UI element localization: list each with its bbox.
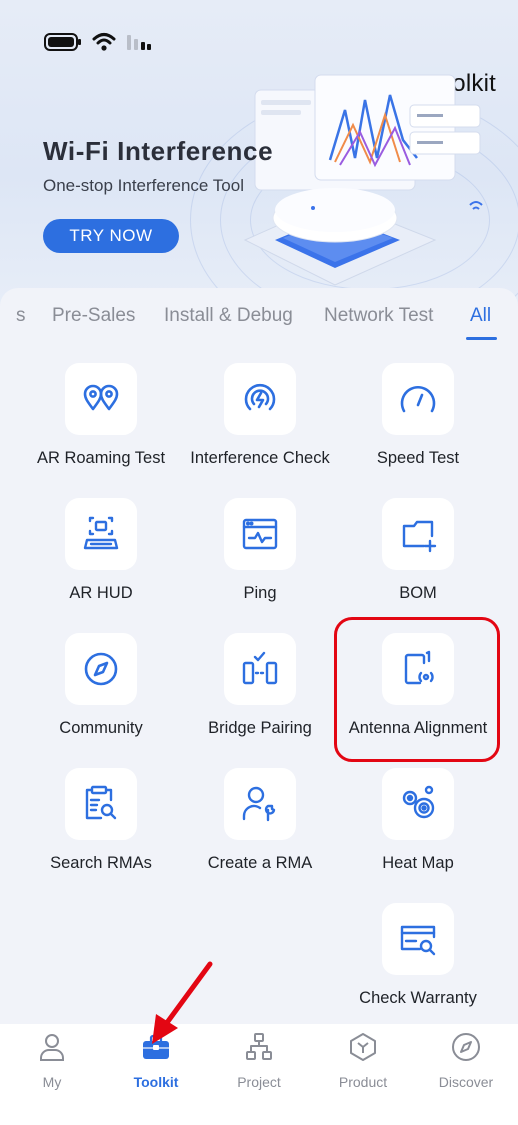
tool-label: Speed Test [376, 449, 460, 467]
nav-item-product[interactable]: Product [311, 1032, 415, 1092]
tool-bridge-pairing[interactable]: Bridge Pairing [180, 633, 340, 743]
tab-truncated[interactable]: s [16, 305, 26, 327]
interference-icon [244, 383, 276, 411]
category-tabs: s Pre-Sales Install & Debug Network Test… [0, 288, 518, 344]
tool-check-warranty[interactable]: Check Warranty [338, 903, 498, 1013]
tool-label: AR HUD [69, 584, 133, 602]
highlight-annotation-box [334, 617, 500, 762]
wifi-router-illustration [243, 74, 483, 286]
tab-install-debug[interactable]: Install & Debug [164, 305, 293, 327]
tool-icon-box [65, 633, 137, 705]
tool-ping[interactable]: Ping [180, 498, 340, 608]
nav-item-project[interactable]: Project [207, 1032, 311, 1092]
tool-label: Heat Map [382, 854, 454, 872]
tool-community[interactable]: Community [21, 633, 181, 743]
tool-heat-map[interactable]: Heat Map [338, 768, 498, 878]
tool-search-rmas[interactable]: Search RMAs [21, 768, 181, 878]
tool-label: Community [59, 719, 143, 737]
annotation-arrow-icon [152, 961, 213, 1044]
tool-icon-box [65, 498, 137, 570]
active-tab-indicator [466, 337, 497, 340]
bottom-navigation-bar: My Toolkit Project Product Discover [0, 1024, 518, 1125]
tool-icon-box [382, 498, 454, 570]
tool-label: Ping [243, 584, 277, 602]
ping-window-icon [242, 518, 278, 550]
compass-icon [452, 1033, 480, 1061]
warranty-card-icon [400, 925, 436, 956]
tab-pre-sales[interactable]: Pre-Sales [52, 305, 135, 327]
tool-icon-box [65, 363, 137, 435]
tool-speed-test[interactable]: Speed Test [338, 363, 498, 473]
cellular-signal-icon [127, 35, 151, 50]
bridge-pairing-icon [242, 651, 278, 685]
search-document-icon [85, 785, 117, 820]
banner[interactable]: Toolkit Wi-Fi Interference One-stop Inte… [0, 0, 518, 320]
compass-icon [84, 652, 118, 686]
ar-scan-icon [83, 516, 119, 550]
nav-label: My [42, 1074, 62, 1090]
tool-interference-check[interactable]: Interference Check [180, 363, 340, 473]
tool-label: Check Warranty [359, 989, 477, 1007]
wifi-icon [92, 33, 116, 51]
heat-map-icon [402, 785, 435, 819]
tool-label: Interference Check [190, 449, 330, 467]
tool-label: BOM [399, 584, 437, 602]
tool-ar-roaming-test[interactable]: AR Roaming Test [21, 363, 181, 473]
tool-label: Create a RMA [207, 854, 313, 872]
tool-icon-box [224, 498, 296, 570]
project-tree-icon [246, 1033, 272, 1060]
tool-ar-hud[interactable]: AR HUD [21, 498, 181, 608]
tool-create-rma[interactable]: Create a RMA [180, 768, 340, 878]
nav-label: Discover [438, 1074, 494, 1090]
try-now-button[interactable]: TRY NOW [43, 219, 179, 253]
nav-item-discover[interactable]: Discover [414, 1032, 518, 1092]
tool-label: AR Roaming Test [36, 449, 166, 467]
nav-label: Product [338, 1074, 388, 1090]
tool-icon-box [65, 768, 137, 840]
status-bar [44, 32, 152, 52]
speedometer-icon [400, 385, 436, 413]
tool-icon-box [382, 768, 454, 840]
tool-icon-box [224, 633, 296, 705]
tab-network-test[interactable]: Network Test [324, 305, 433, 327]
tool-icon-box [382, 363, 454, 435]
hexagon-icon [350, 1033, 376, 1061]
tool-icon-box [224, 363, 296, 435]
tab-all[interactable]: All [470, 305, 491, 327]
tool-label: Bridge Pairing [208, 719, 312, 737]
banner-title: Wi-Fi Interference [43, 136, 274, 166]
nav-label: Toolkit [133, 1074, 179, 1090]
person-icon [40, 1034, 64, 1061]
banner-subtitle: One-stop Interference Tool [43, 176, 244, 195]
folder-plus-icon [402, 520, 437, 553]
nav-item-my[interactable]: My [0, 1032, 104, 1092]
battery-icon [44, 33, 81, 51]
map-pins-icon [83, 384, 119, 411]
nav-label: Project [237, 1074, 281, 1090]
tool-icon-box [224, 768, 296, 840]
tool-bom[interactable]: BOM [338, 498, 498, 608]
tool-label: Search RMAs [50, 854, 152, 872]
user-wrench-icon [242, 786, 276, 822]
tool-icon-box [382, 903, 454, 975]
